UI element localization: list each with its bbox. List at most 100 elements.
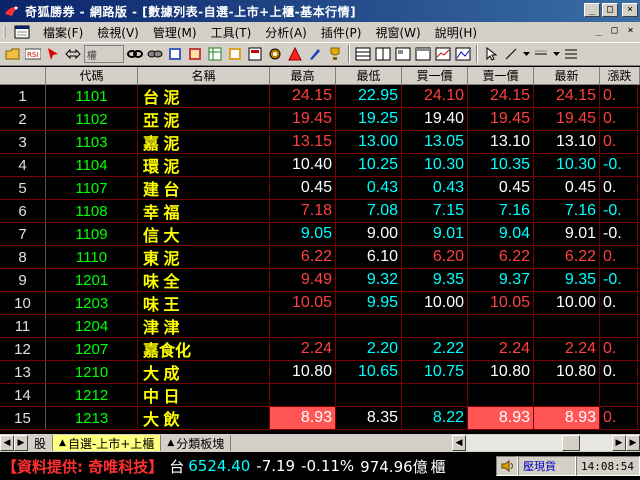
- title-bar[interactable]: 奇狐勝券 - 網路版 - [數據列表-自選-上市+上櫃-基本行情] _ □ ×: [0, 0, 640, 22]
- menu-manage[interactable]: 管理(M): [146, 24, 204, 41]
- scroll-track[interactable]: [466, 435, 612, 451]
- stock-code[interactable]: 1101: [46, 85, 138, 107]
- header-last[interactable]: 最新: [534, 67, 600, 85]
- stock-code[interactable]: 1110: [46, 246, 138, 268]
- stock-code[interactable]: 1107: [46, 177, 138, 199]
- pen-icon[interactable]: [306, 45, 324, 63]
- trophy-icon[interactable]: [326, 45, 344, 63]
- menu-plugins[interactable]: 插件(P): [314, 24, 369, 41]
- table-row[interactable]: 14 1212 中 日: [0, 384, 640, 407]
- stock-code[interactable]: 1103: [46, 131, 138, 153]
- rsi-icon[interactable]: RSI: [24, 45, 42, 63]
- tab-watchlist[interactable]: ▲ 自選-上市+上櫃: [53, 435, 162, 451]
- table-row[interactable]: 1 1101 台 泥 24.15 22.95 24.10 24.15 24.15 0.: [0, 85, 640, 108]
- stock-name[interactable]: 台 泥: [138, 85, 270, 107]
- stock-name[interactable]: 大 成: [138, 361, 270, 383]
- stock-code[interactable]: 1102: [46, 108, 138, 130]
- dropdown-arrow-icon[interactable]: [552, 45, 560, 63]
- double-arrow-icon[interactable]: [64, 45, 82, 63]
- stock-code[interactable]: 1201: [46, 269, 138, 291]
- table-row[interactable]: 11 1204 津 津: [0, 315, 640, 338]
- table-row[interactable]: 6 1108 幸 福 7.18 7.08 7.15 7.16 7.16 -0.: [0, 200, 640, 223]
- tab-scroll-right-icon[interactable]: ▶: [14, 435, 28, 451]
- stock-code[interactable]: 1104: [46, 154, 138, 176]
- speaker-icon[interactable]: [496, 456, 518, 476]
- menu-file[interactable]: 檔案(F): [36, 24, 90, 41]
- quote-mode-selector[interactable]: 壓現貨: [518, 456, 576, 476]
- menu-view[interactable]: 檢視(V): [90, 24, 146, 41]
- menu-tools[interactable]: 工具(T): [204, 24, 259, 41]
- stock-name[interactable]: 亞 泥: [138, 108, 270, 130]
- grid-view-icon[interactable]: [354, 45, 372, 63]
- child-minimize-button[interactable]: _: [591, 24, 606, 38]
- scroll-end-icon[interactable]: ▶: [626, 435, 640, 451]
- table-icon[interactable]: [206, 45, 224, 63]
- kline-chart-icon[interactable]: [434, 45, 452, 63]
- document-icon[interactable]: [14, 25, 30, 39]
- calendar-icon[interactable]: [414, 45, 432, 63]
- minimize-button[interactable]: _: [584, 3, 600, 17]
- table-row[interactable]: 13 1210 大 成 10.80 10.65 10.75 10.80 10.80 0.: [0, 361, 640, 384]
- alert-icon[interactable]: [286, 45, 304, 63]
- stock-name[interactable]: 津 津: [138, 315, 270, 337]
- table-row[interactable]: 10 1203 味 王 10.05 9.95 10.00 10.05 10.00 0.: [0, 292, 640, 315]
- tab-stocks[interactable]: 股: [28, 435, 54, 451]
- tab-scroll-left-icon[interactable]: ◀: [0, 435, 14, 451]
- dropdown-arrow-icon[interactable]: [522, 45, 530, 63]
- line-chart-icon[interactable]: [454, 45, 472, 63]
- stock-name[interactable]: 味 全: [138, 269, 270, 291]
- table-row[interactable]: 12 1207 嘉食化 2.24 2.20 2.22 2.24 2.24 0.: [0, 338, 640, 361]
- scroll-right-icon[interactable]: ▶: [612, 435, 626, 451]
- stock-name[interactable]: 幸 福: [138, 200, 270, 222]
- stock-name[interactable]: 嘉 泥: [138, 131, 270, 153]
- stock-code[interactable]: 1204: [46, 315, 138, 337]
- scroll-left-icon[interactable]: ◀: [452, 435, 466, 451]
- stock-code[interactable]: 1213: [46, 407, 138, 429]
- stock-code[interactable]: 1108: [46, 200, 138, 222]
- horizontal-scrollbar[interactable]: ◀ ▶ ▶: [452, 435, 640, 451]
- list-view-icon[interactable]: [374, 45, 392, 63]
- header-low[interactable]: 最低: [336, 67, 402, 85]
- stock-code[interactable]: 1203: [46, 292, 138, 314]
- chain-icon[interactable]: [126, 45, 144, 63]
- stock-code[interactable]: 1207: [46, 338, 138, 360]
- cursor-icon[interactable]: [482, 45, 500, 63]
- table-row[interactable]: 15 1213 大 飲 8.93 8.35 8.22 8.93 8.93 0.: [0, 407, 640, 430]
- table-row[interactable]: 3 1103 嘉 泥 13.15 13.00 13.05 13.10 13.10 0.: [0, 131, 640, 154]
- table-row[interactable]: 5 1107 建 台 0.45 0.43 0.43 0.45 0.45 0.: [0, 177, 640, 200]
- maximize-button[interactable]: □: [602, 3, 618, 17]
- report-icon[interactable]: [186, 45, 204, 63]
- stock-name[interactable]: 信 大: [138, 223, 270, 245]
- tab-sectors[interactable]: ▲ 分類板塊: [161, 435, 232, 451]
- child-close-button[interactable]: ×: [623, 24, 638, 38]
- menu-window[interactable]: 視窗(W): [368, 24, 427, 41]
- stock-name[interactable]: 中 日: [138, 384, 270, 406]
- child-restore-button[interactable]: □: [607, 24, 622, 38]
- stock-name[interactable]: 嘉食化: [138, 338, 270, 360]
- header-ask[interactable]: 賣一價: [468, 67, 534, 85]
- header-name[interactable]: 名稱: [138, 67, 270, 85]
- draw-line-icon[interactable]: [502, 45, 520, 63]
- book-icon[interactable]: [226, 45, 244, 63]
- stock-code[interactable]: 1212: [46, 384, 138, 406]
- stock-name[interactable]: 大 飲: [138, 407, 270, 429]
- data-provider-label[interactable]: 【資料提供: 奇唯科技】: [2, 456, 163, 477]
- table-row[interactable]: 8 1110 東 泥 6.22 6.10 6.20 6.22 6.22 0.: [0, 246, 640, 269]
- open-folder-icon[interactable]: [4, 45, 22, 63]
- pointer-icon[interactable]: [44, 45, 62, 63]
- header-change[interactable]: 漲跌: [600, 67, 640, 85]
- close-button[interactable]: ×: [622, 3, 638, 17]
- settings-icon[interactable]: [266, 45, 284, 63]
- channel-icon[interactable]: [562, 45, 580, 63]
- scroll-thumb[interactable]: [562, 435, 580, 451]
- stock-name[interactable]: 味 王: [138, 292, 270, 314]
- link-icon[interactable]: [146, 45, 164, 63]
- hline-icon[interactable]: [532, 45, 550, 63]
- weight-combo[interactable]: 權: [84, 45, 124, 63]
- news-icon[interactable]: [246, 45, 264, 63]
- stock-name[interactable]: 環 泥: [138, 154, 270, 176]
- menu-analysis[interactable]: 分析(A): [258, 24, 314, 41]
- stock-code[interactable]: 1210: [46, 361, 138, 383]
- table-row[interactable]: 2 1102 亞 泥 19.45 19.25 19.40 19.45 19.45 0.: [0, 108, 640, 131]
- stock-code[interactable]: 1109: [46, 223, 138, 245]
